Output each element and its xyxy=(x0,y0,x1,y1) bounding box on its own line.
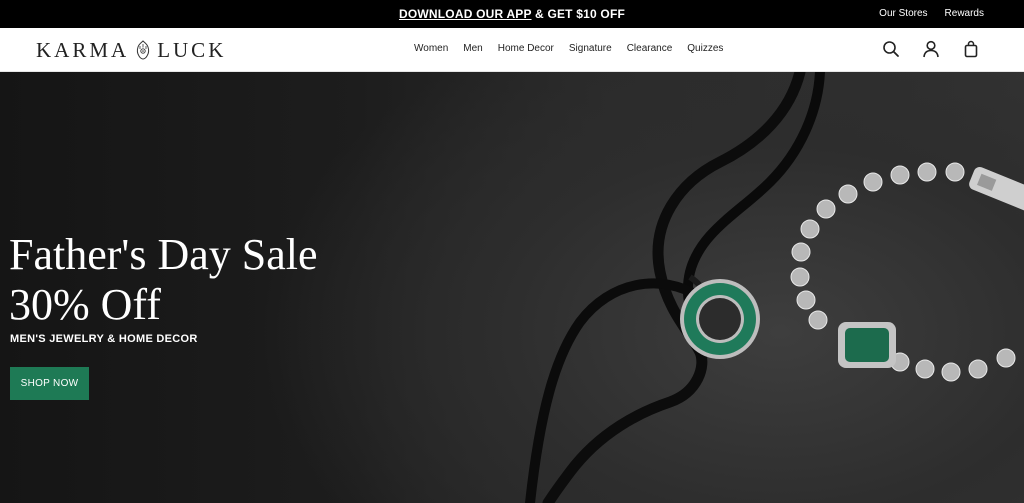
main-nav: Women Men Home Decor Signature Clearance… xyxy=(414,43,723,54)
hero-subtitle: MEN'S JEWELRY & HOME DECOR xyxy=(10,333,198,345)
promo-offer-text: & GET $10 OFF xyxy=(531,7,626,21)
account-icon[interactable] xyxy=(922,40,940,58)
shopping-bag-icon[interactable] xyxy=(962,40,980,58)
nav-item-quizzes[interactable]: Quizzes xyxy=(687,43,723,54)
shop-now-button[interactable]: SHOP NOW xyxy=(10,367,89,400)
utility-links: Our Stores Rewards xyxy=(879,8,984,19)
download-app-link[interactable]: DOWNLOAD OUR APP xyxy=(399,7,532,21)
hero-banner[interactable]: Father's Day Sale 30% Off MEN'S JEWELRY … xyxy=(0,72,1024,503)
nav-item-clearance[interactable]: Clearance xyxy=(627,43,673,54)
hero-title-line2: 30% Off xyxy=(9,280,161,329)
promo-message: DOWNLOAD OUR APP & GET $10 OFF xyxy=(0,7,1024,21)
nav-item-men[interactable]: Men xyxy=(463,43,482,54)
site-header: KARMA LUCK Women Men Home Decor Signatur… xyxy=(0,28,1024,72)
logo-text-luck: LUCK xyxy=(157,37,227,62)
promo-bar: DOWNLOAD OUR APP & GET $10 OFF Our Store… xyxy=(0,0,1024,28)
nav-item-signature[interactable]: Signature xyxy=(569,43,612,54)
rewards-link[interactable]: Rewards xyxy=(945,8,984,19)
our-stores-link[interactable]: Our Stores xyxy=(879,8,927,19)
hero-title-line1: Father's Day Sale xyxy=(9,230,318,279)
logo[interactable]: KARMA LUCK xyxy=(36,38,226,62)
header-icons xyxy=(882,40,980,58)
hero-title: Father's Day Sale 30% Off xyxy=(9,230,318,330)
logo-text-karma: KARMA xyxy=(36,37,130,62)
nav-item-home-decor[interactable]: Home Decor xyxy=(498,43,554,54)
nav-item-women[interactable]: Women xyxy=(414,43,448,54)
hamsa-icon xyxy=(137,40,150,60)
search-icon[interactable] xyxy=(882,40,900,58)
